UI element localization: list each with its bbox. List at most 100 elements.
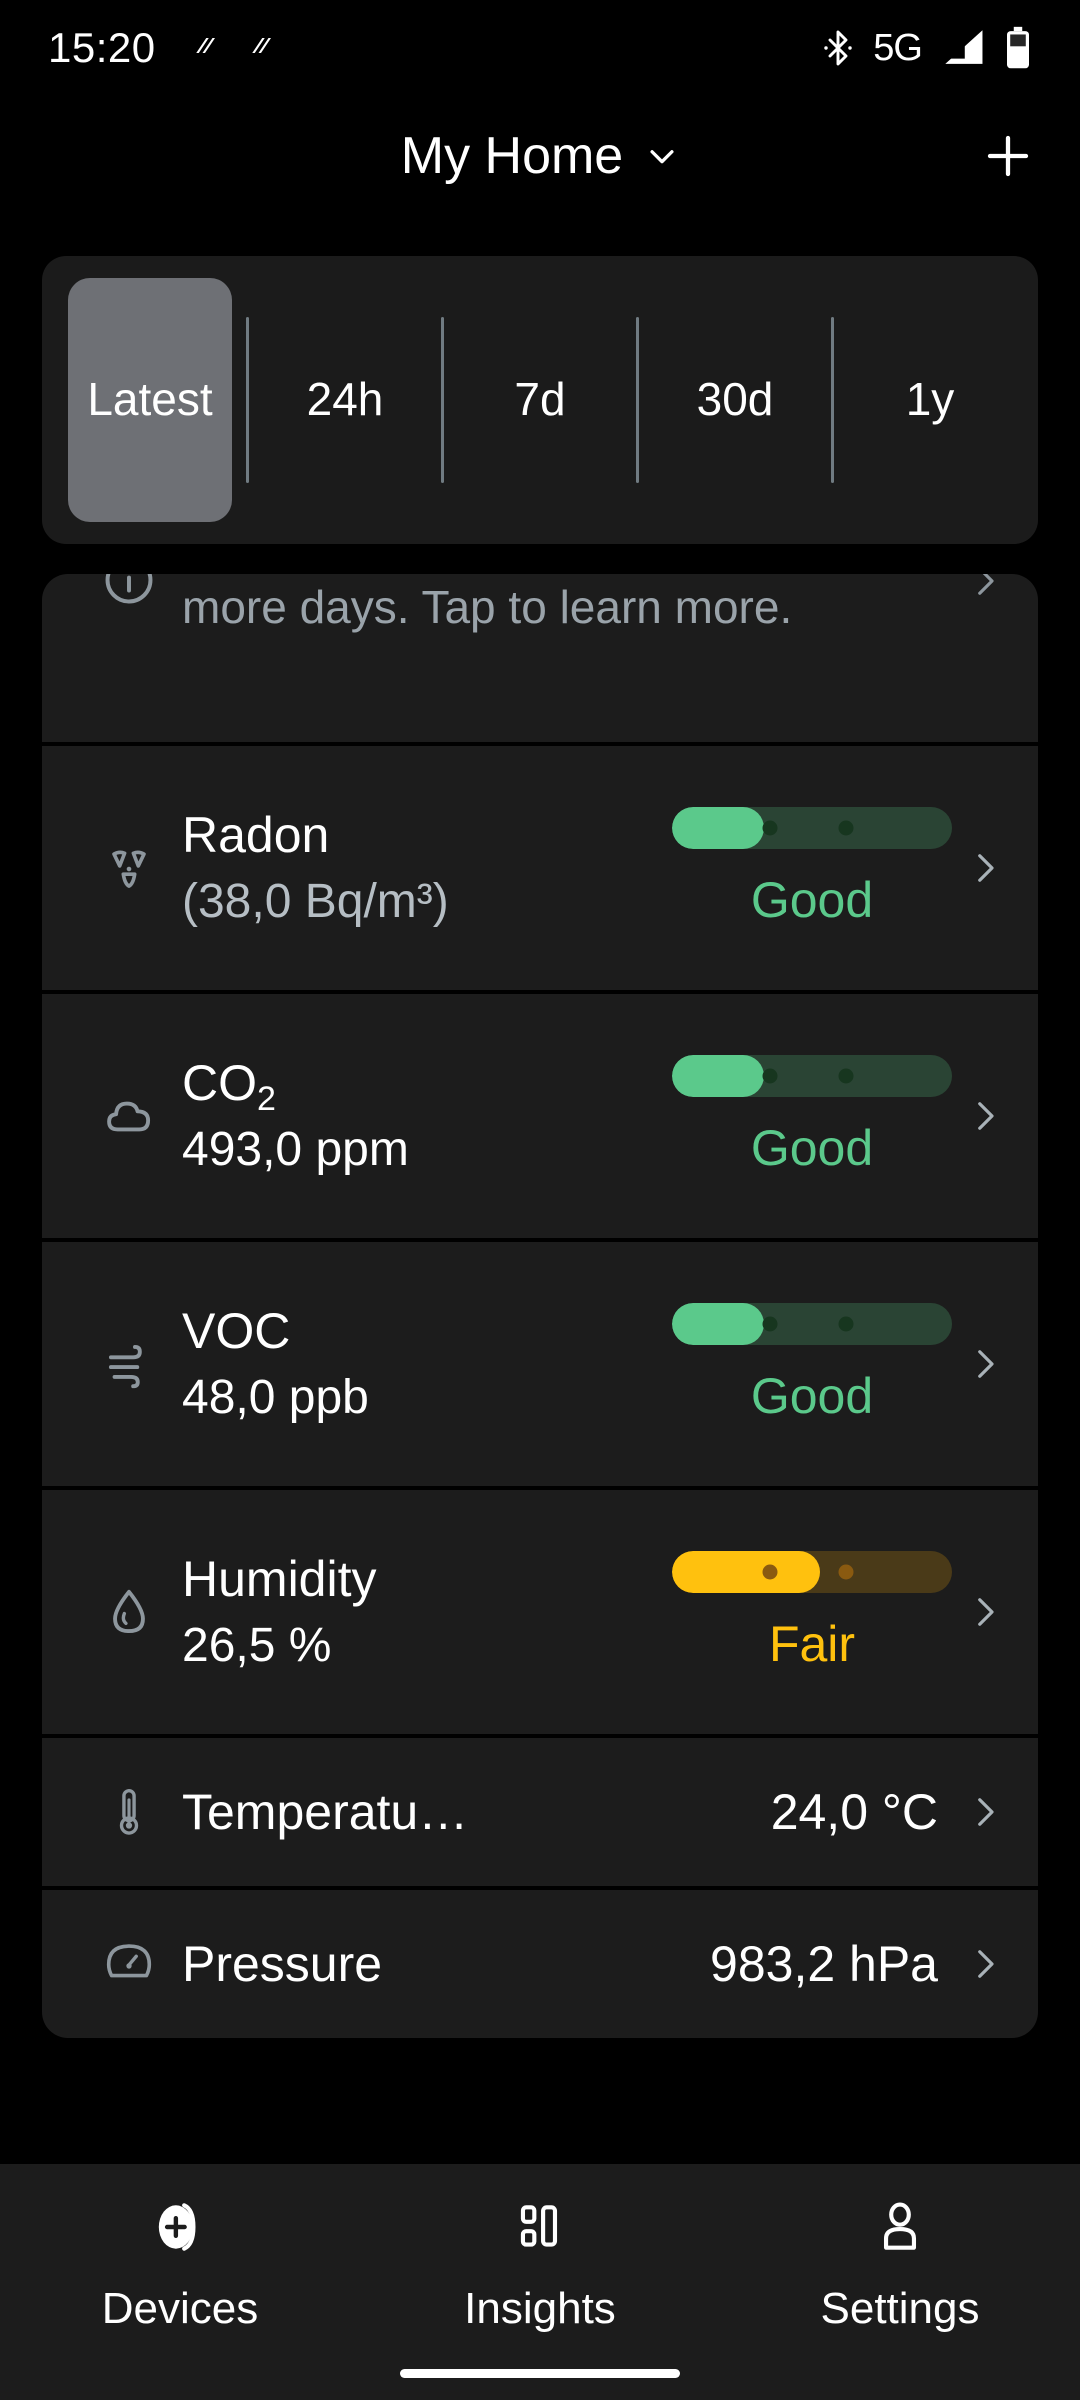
insights-icon — [520, 2205, 558, 2247]
cloud-icon — [76, 1085, 182, 1147]
page-title: My Home — [400, 127, 624, 185]
nav-item-settings[interactable]: Settings — [720, 2196, 1080, 2334]
status-bar: 15:20 5G — [0, 0, 1080, 96]
sensor-value: 983,2 hPa — [710, 1936, 938, 1992]
sensor-row-humidity[interactable]: Humidity 26,5 % Fair — [42, 1490, 1038, 1734]
tab-latest-label: Latest — [87, 373, 213, 426]
sensor-row-pressure[interactable]: Pressure 983,2 hPa — [42, 1890, 1038, 2038]
sensor-gauge-co2: Good — [662, 1055, 962, 1177]
device-add-icon — [158, 2203, 196, 2251]
tab-7d-label: 7d — [514, 373, 566, 426]
time-range-selector[interactable]: Latest 24h 7d 30d 1y — [42, 256, 1038, 544]
chevron-right-icon[interactable] — [962, 1591, 1008, 1633]
nav-label-settings: Settings — [820, 2284, 980, 2333]
tab-7d[interactable]: 7d — [444, 256, 636, 544]
gauge-fill — [672, 1303, 765, 1345]
gauge-threshold-dot — [762, 1316, 778, 1332]
thermometer-icon — [76, 1783, 182, 1841]
gauge-bar — [672, 1551, 952, 1593]
battery-icon — [1007, 26, 1029, 69]
status-badge: Good — [750, 1120, 874, 1176]
sensor-value: 493,0 ppm — [182, 1122, 409, 1176]
wind-icon — [76, 1333, 182, 1395]
info-icon — [76, 574, 182, 608]
tab-30d-label: 30d — [696, 373, 774, 426]
droplet-icon — [76, 1581, 182, 1643]
sensor-name: Temperatu… — [182, 1783, 469, 1840]
sensor-value: 48,0 ppb — [182, 1370, 369, 1424]
chevron-down-icon[interactable] — [645, 139, 679, 173]
sensor-name: Pressure — [182, 1935, 383, 1992]
sensor-row-temperature[interactable]: Temperatu… 24,0 °C — [42, 1738, 1038, 1886]
app-header: My Home — [0, 96, 1080, 216]
sensor-info-humidity: Humidity 26,5 % — [182, 1550, 662, 1673]
tab-24h[interactable]: 24h — [249, 256, 441, 544]
sensor-name: VOC — [182, 1302, 291, 1359]
chevron-right-icon[interactable] — [962, 847, 1008, 889]
sensor-gauge-voc: Good — [662, 1303, 962, 1425]
gauge-threshold-dot — [838, 1068, 854, 1084]
status-badge: Fair — [768, 1616, 856, 1672]
person-icon — [883, 2202, 917, 2250]
sensor-gauge-humidity: Fair — [662, 1551, 962, 1673]
sensor-value: 24,0 °C — [770, 1784, 938, 1840]
sensor-row-radon[interactable]: Radon (38,0 Bq/m³) Good — [42, 746, 1038, 990]
status-badge: Good — [750, 872, 874, 928]
gauge-threshold-dot — [762, 1564, 778, 1580]
bluetooth-icon — [824, 30, 853, 66]
chevron-right-icon[interactable] — [962, 1943, 1008, 1985]
gauge-fill — [672, 1551, 821, 1593]
sensor-name-subscript: 2 — [257, 1079, 276, 1118]
gauge-threshold-dot — [838, 1316, 854, 1332]
network-type-label: 5G — [873, 26, 923, 69]
sensor-info-pressure: Pressure — [182, 1935, 710, 1992]
app-screen: 15:20 5G My Home Latest 24h 7d 30d 1y mo… — [0, 0, 1080, 2400]
gauge-threshold-dot — [838, 820, 854, 836]
gauge-threshold-dot — [838, 1564, 854, 1580]
sensor-value: 26,5 % — [182, 1618, 332, 1672]
status-badge: Good — [750, 1368, 874, 1424]
tab-30d[interactable]: 30d — [639, 256, 831, 544]
nav-label-insights: Insights — [464, 2284, 616, 2333]
notification-glyph-icon — [251, 38, 271, 53]
chevron-right-icon[interactable] — [962, 574, 1008, 602]
status-bar-notifications — [190, 33, 276, 63]
status-bar-time: 15:20 — [48, 24, 156, 71]
notice-text: more days. Tap to learn more. — [182, 581, 793, 633]
gauge-icon — [76, 1935, 182, 1993]
nav-item-insights[interactable]: Insights — [360, 2196, 720, 2334]
bottom-navigation: Devices Insights Settings — [0, 2164, 1080, 2400]
sensor-info-co2: CO2 493,0 ppm — [182, 1055, 662, 1177]
gauge-threshold-dot — [762, 820, 778, 836]
notice-text-cell: more days. Tap to learn more. — [182, 574, 962, 637]
sensor-value: (38,0 Bq/m³) — [182, 874, 449, 928]
home-selector[interactable]: My Home — [401, 126, 679, 186]
notice-row[interactable]: more days. Tap to learn more. — [42, 574, 1038, 742]
sensor-list-card: more days. Tap to learn more. Radon (38,… — [42, 574, 1038, 2038]
chevron-right-icon[interactable] — [962, 1095, 1008, 1137]
sensor-info-voc: VOC 48,0 ppb — [182, 1302, 662, 1425]
tab-1y-label: 1y — [905, 373, 955, 426]
sensor-row-voc[interactable]: VOC 48,0 ppb Good — [42, 1242, 1038, 1486]
chevron-right-icon[interactable] — [962, 1343, 1008, 1385]
sensor-row-co2[interactable]: CO2 493,0 ppm Good — [42, 994, 1038, 1238]
add-button[interactable] — [978, 126, 1038, 186]
gauge-fill — [672, 807, 765, 849]
sensor-name: Humidity — [182, 1550, 377, 1607]
chevron-right-icon[interactable] — [962, 1791, 1008, 1833]
tab-latest[interactable]: Latest — [54, 256, 246, 544]
sensor-info-radon: Radon (38,0 Bq/m³) — [182, 806, 662, 929]
gauge-bar — [672, 807, 952, 849]
radiation-icon — [76, 837, 182, 899]
status-bar-indicators: 5G — [821, 26, 1032, 70]
sensor-name: Radon — [182, 806, 330, 863]
home-indicator — [400, 2369, 680, 2378]
signal-icon — [945, 30, 983, 64]
sensor-gauge-radon: Good — [662, 807, 962, 929]
plus-icon[interactable] — [981, 129, 1035, 183]
gauge-fill — [672, 1055, 765, 1097]
gauge-bar — [672, 1055, 952, 1097]
sensor-info-temperature: Temperatu… — [182, 1783, 771, 1840]
nav-item-devices[interactable]: Devices — [0, 2196, 360, 2334]
tab-1y[interactable]: 1y — [834, 256, 1026, 544]
